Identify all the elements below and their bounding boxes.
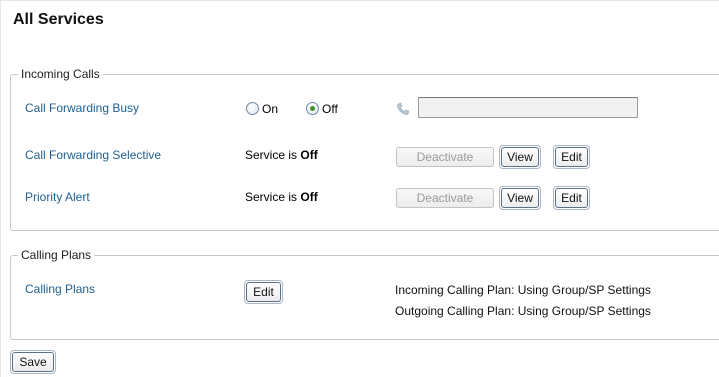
save-button[interactable]: Save [12,352,54,372]
phone-icon [396,102,410,119]
forwarding-busy-off-option[interactable]: Off [306,102,338,116]
page-title: All Services [13,11,104,28]
status-value: Off [300,190,318,204]
forwarding-busy-on-label: On [262,102,279,116]
priority-alert-edit-button[interactable]: Edit [555,188,588,208]
forwarding-busy-on-option[interactable]: On [246,102,278,116]
forwarding-busy-number-input[interactable] [418,97,638,118]
incoming-calling-plan-text: Incoming Calling Plan: Using Group/SP Se… [395,283,651,297]
outgoing-calling-plan-text: Outgoing Calling Plan: Using Group/SP Se… [395,304,651,318]
forwarding-busy-on-radio[interactable] [246,102,259,115]
calling-plans-edit-button[interactable]: Edit [246,282,281,302]
calling-plans-edit-wrap[interactable]: Edit [244,280,283,304]
forwarding-busy-off-label: Off [322,102,338,116]
forwarding-selective-status: Service is Off [245,148,318,162]
status-prefix: Service is [245,190,298,204]
forwarding-selective-edit-button[interactable]: Edit [555,147,588,167]
calling-plans-link[interactable]: Calling Plans [25,282,95,296]
forwarding-selective-deactivate-button[interactable]: Deactivate [396,147,494,167]
priority-alert-edit-wrap[interactable]: Edit [553,186,590,210]
left-divider [0,0,1,377]
priority-alert-status: Service is Off [245,190,318,204]
priority-alert-deactivate-button[interactable]: Deactivate [396,188,494,208]
call-forwarding-busy-link[interactable]: Call Forwarding Busy [25,101,139,115]
call-forwarding-selective-link[interactable]: Call Forwarding Selective [25,148,161,162]
priority-alert-view-button[interactable]: View [501,188,539,208]
calling-plans-legend: Calling Plans [21,248,92,262]
incoming-calls-legend: Incoming Calls [21,67,100,81]
priority-alert-link[interactable]: Priority Alert [25,190,90,204]
top-divider [0,0,719,1]
forwarding-busy-off-radio[interactable] [306,102,319,115]
forwarding-selective-view-button[interactable]: View [501,147,539,167]
status-value: Off [300,148,318,162]
status-prefix: Service is [245,148,298,162]
save-button-wrap[interactable]: Save [10,350,56,374]
forwarding-selective-edit-wrap[interactable]: Edit [553,145,590,169]
forwarding-selective-view-wrap[interactable]: View [499,145,541,169]
priority-alert-view-wrap[interactable]: View [499,186,541,210]
